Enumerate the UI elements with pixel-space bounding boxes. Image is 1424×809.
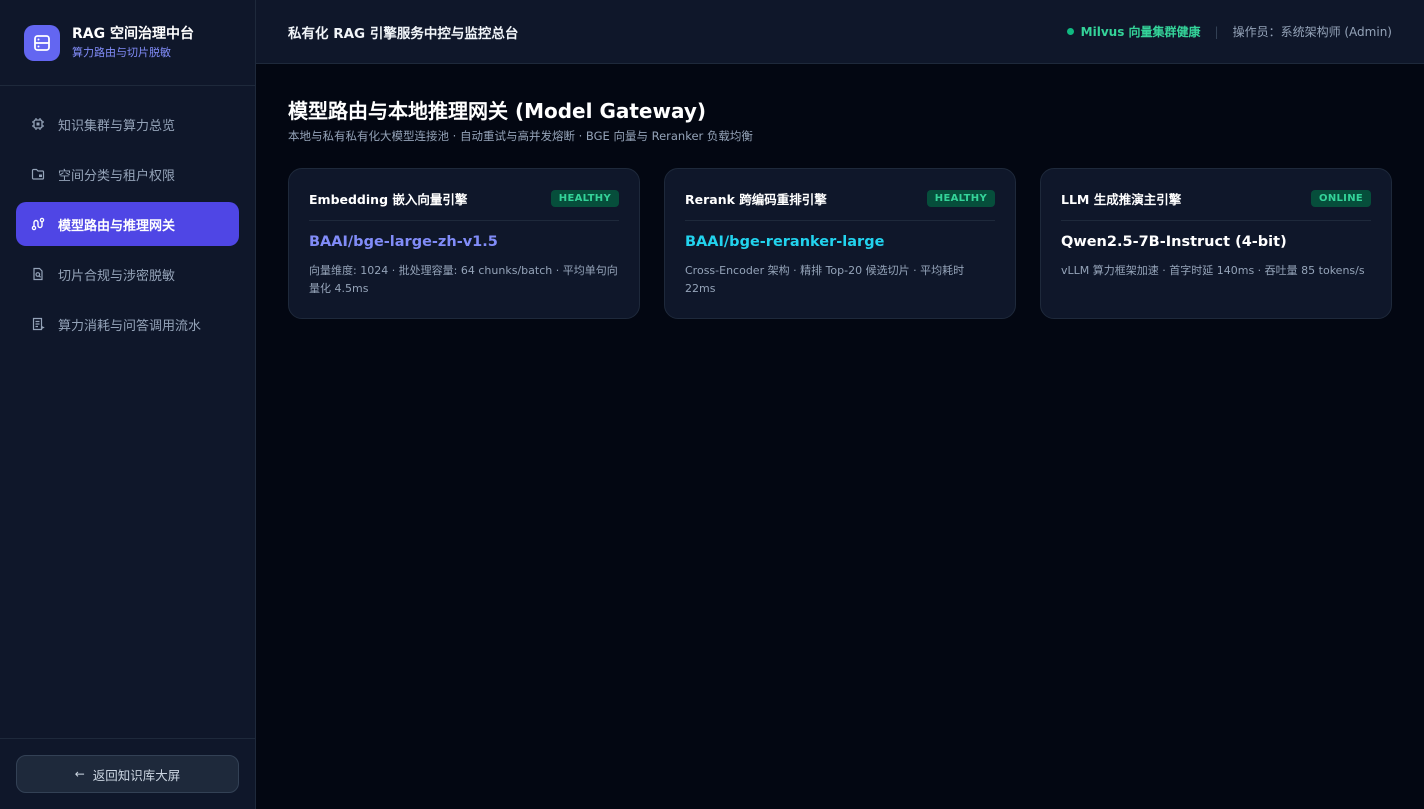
card-title: Rerank 跨编码重排引擎 <box>685 192 827 207</box>
status-badge: HEALTHY <box>550 190 619 207</box>
sidebar-item-tenant-permissions[interactable]: 空间分类与租户权限 <box>16 152 239 196</box>
card-title: LLM 生成推演主引擎 <box>1061 192 1182 207</box>
brand-subtitle: 算力路由与切片脱敏 <box>72 46 171 59</box>
model-name: BAAI/bge-large-zh-v1.5 <box>309 234 498 250</box>
main-area: 私有化 RAG 引擎服务中控与监控总台 Milvus 向量集群健康 | 操作员：… <box>256 0 1424 809</box>
status-dot-icon <box>1066 28 1074 35</box>
card-header: Embedding 嵌入向量引擎 HEALTHY <box>309 189 619 221</box>
engine-card-rerank: Rerank 跨编码重排引擎 HEALTHY BAAI/bge-reranker… <box>664 168 1016 319</box>
topbar-right: Milvus 向量集群健康 | 操作员：系统架构师 (Admin) <box>1066 23 1392 40</box>
app-root: RAG 空间治理中台 算力路由与切片脱敏 知识集群与算力总览 空间分类与租户权限 <box>0 0 1424 809</box>
sidebar-item-label: 模型路由与推理网关 <box>58 218 176 234</box>
model-name: BAAI/bge-reranker-large <box>685 234 885 250</box>
page-title: 模型路由与本地推理网关 (Model Gateway) <box>288 99 707 123</box>
sidebar-item-label: 算力消耗与问答调用流水 <box>58 318 202 334</box>
model-description: 向量维度: 1024 · 批处理容量: 64 chunks/batch · 平均… <box>309 264 618 295</box>
model-description: vLLM 算力框架加速 · 首字时延 140ms · 吞吐量 85 tokens… <box>1061 264 1365 277</box>
engine-card-llm: LLM 生成推演主引擎 ONLINE Qwen2.5-7B-Instruct (… <box>1040 168 1392 319</box>
card-header: LLM 生成推演主引擎 ONLINE <box>1061 189 1371 221</box>
sidebar-footer: ← 返回知识库大屏 <box>0 738 255 809</box>
route-icon <box>30 216 46 232</box>
brand: RAG 空间治理中台 算力路由与切片脱敏 <box>0 0 255 86</box>
page-description: 本地与私有私有化大模型连接池 · 自动重试与高并发熔断 · BGE 向量与 Re… <box>288 129 753 143</box>
sidebar-item-cluster-overview[interactable]: 知识集群与算力总览 <box>16 102 239 146</box>
topbar-divider: | <box>1214 24 1219 39</box>
sidebar: RAG 空间治理中台 算力路由与切片脱敏 知识集群与算力总览 空间分类与租户权限 <box>0 0 256 809</box>
operator-info: 操作员：系统架构师 (Admin) <box>1232 25 1392 39</box>
folder-lock-icon <box>30 166 46 182</box>
sidebar-item-slice-compliance[interactable]: 切片合规与涉密脱敏 <box>16 252 239 296</box>
sidebar-item-model-gateway[interactable]: 模型路由与推理网关 <box>16 202 239 246</box>
cluster-status: Milvus 向量集群健康 <box>1066 23 1201 40</box>
back-button-label: 返回知识库大屏 <box>92 767 181 783</box>
model-description: Cross-Encoder 架构 · 精排 Top-20 候选切片 · 平均耗时… <box>685 264 965 295</box>
status-badge: HEALTHY <box>926 190 995 207</box>
cpu-icon <box>30 116 46 132</box>
back-to-dashboard-button[interactable]: ← 返回知识库大屏 <box>16 755 239 793</box>
sidebar-nav: 知识集群与算力总览 空间分类与租户权限 模型路由与推理网关 切片合规与涉密脱敏 <box>0 86 255 738</box>
page-content: 模型路由与本地推理网关 (Model Gateway) 本地与私有私有化大模型连… <box>256 64 1424 353</box>
cluster-status-text: Milvus 向量集群健康 <box>1080 25 1201 39</box>
database-icon <box>24 24 60 61</box>
status-badge: ONLINE <box>1311 190 1371 207</box>
brand-title: RAG 空间治理中台 <box>72 26 194 42</box>
topbar-title: 私有化 RAG 引擎服务中控与监控总台 <box>288 25 519 42</box>
engine-card-embedding: Embedding 嵌入向量引擎 HEALTHY BAAI/bge-large-… <box>288 168 640 319</box>
sidebar-item-label: 切片合规与涉密脱敏 <box>58 268 176 284</box>
file-search-icon <box>30 266 46 282</box>
card-title: Embedding 嵌入向量引擎 <box>309 192 468 207</box>
receipt-icon <box>30 316 46 332</box>
model-name: Qwen2.5-7B-Instruct (4-bit) <box>1061 234 1287 250</box>
engine-cards: Embedding 嵌入向量引擎 HEALTHY BAAI/bge-large-… <box>288 168 1392 319</box>
card-header: Rerank 跨编码重排引擎 HEALTHY <box>685 189 995 221</box>
sidebar-item-label: 知识集群与算力总览 <box>58 118 176 134</box>
sidebar-item-label: 空间分类与租户权限 <box>58 168 176 184</box>
topbar: 私有化 RAG 引擎服务中控与监控总台 Milvus 向量集群健康 | 操作员：… <box>256 0 1424 64</box>
sidebar-item-usage-logs[interactable]: 算力消耗与问答调用流水 <box>16 302 239 346</box>
arrow-left-icon: ← <box>74 767 85 781</box>
